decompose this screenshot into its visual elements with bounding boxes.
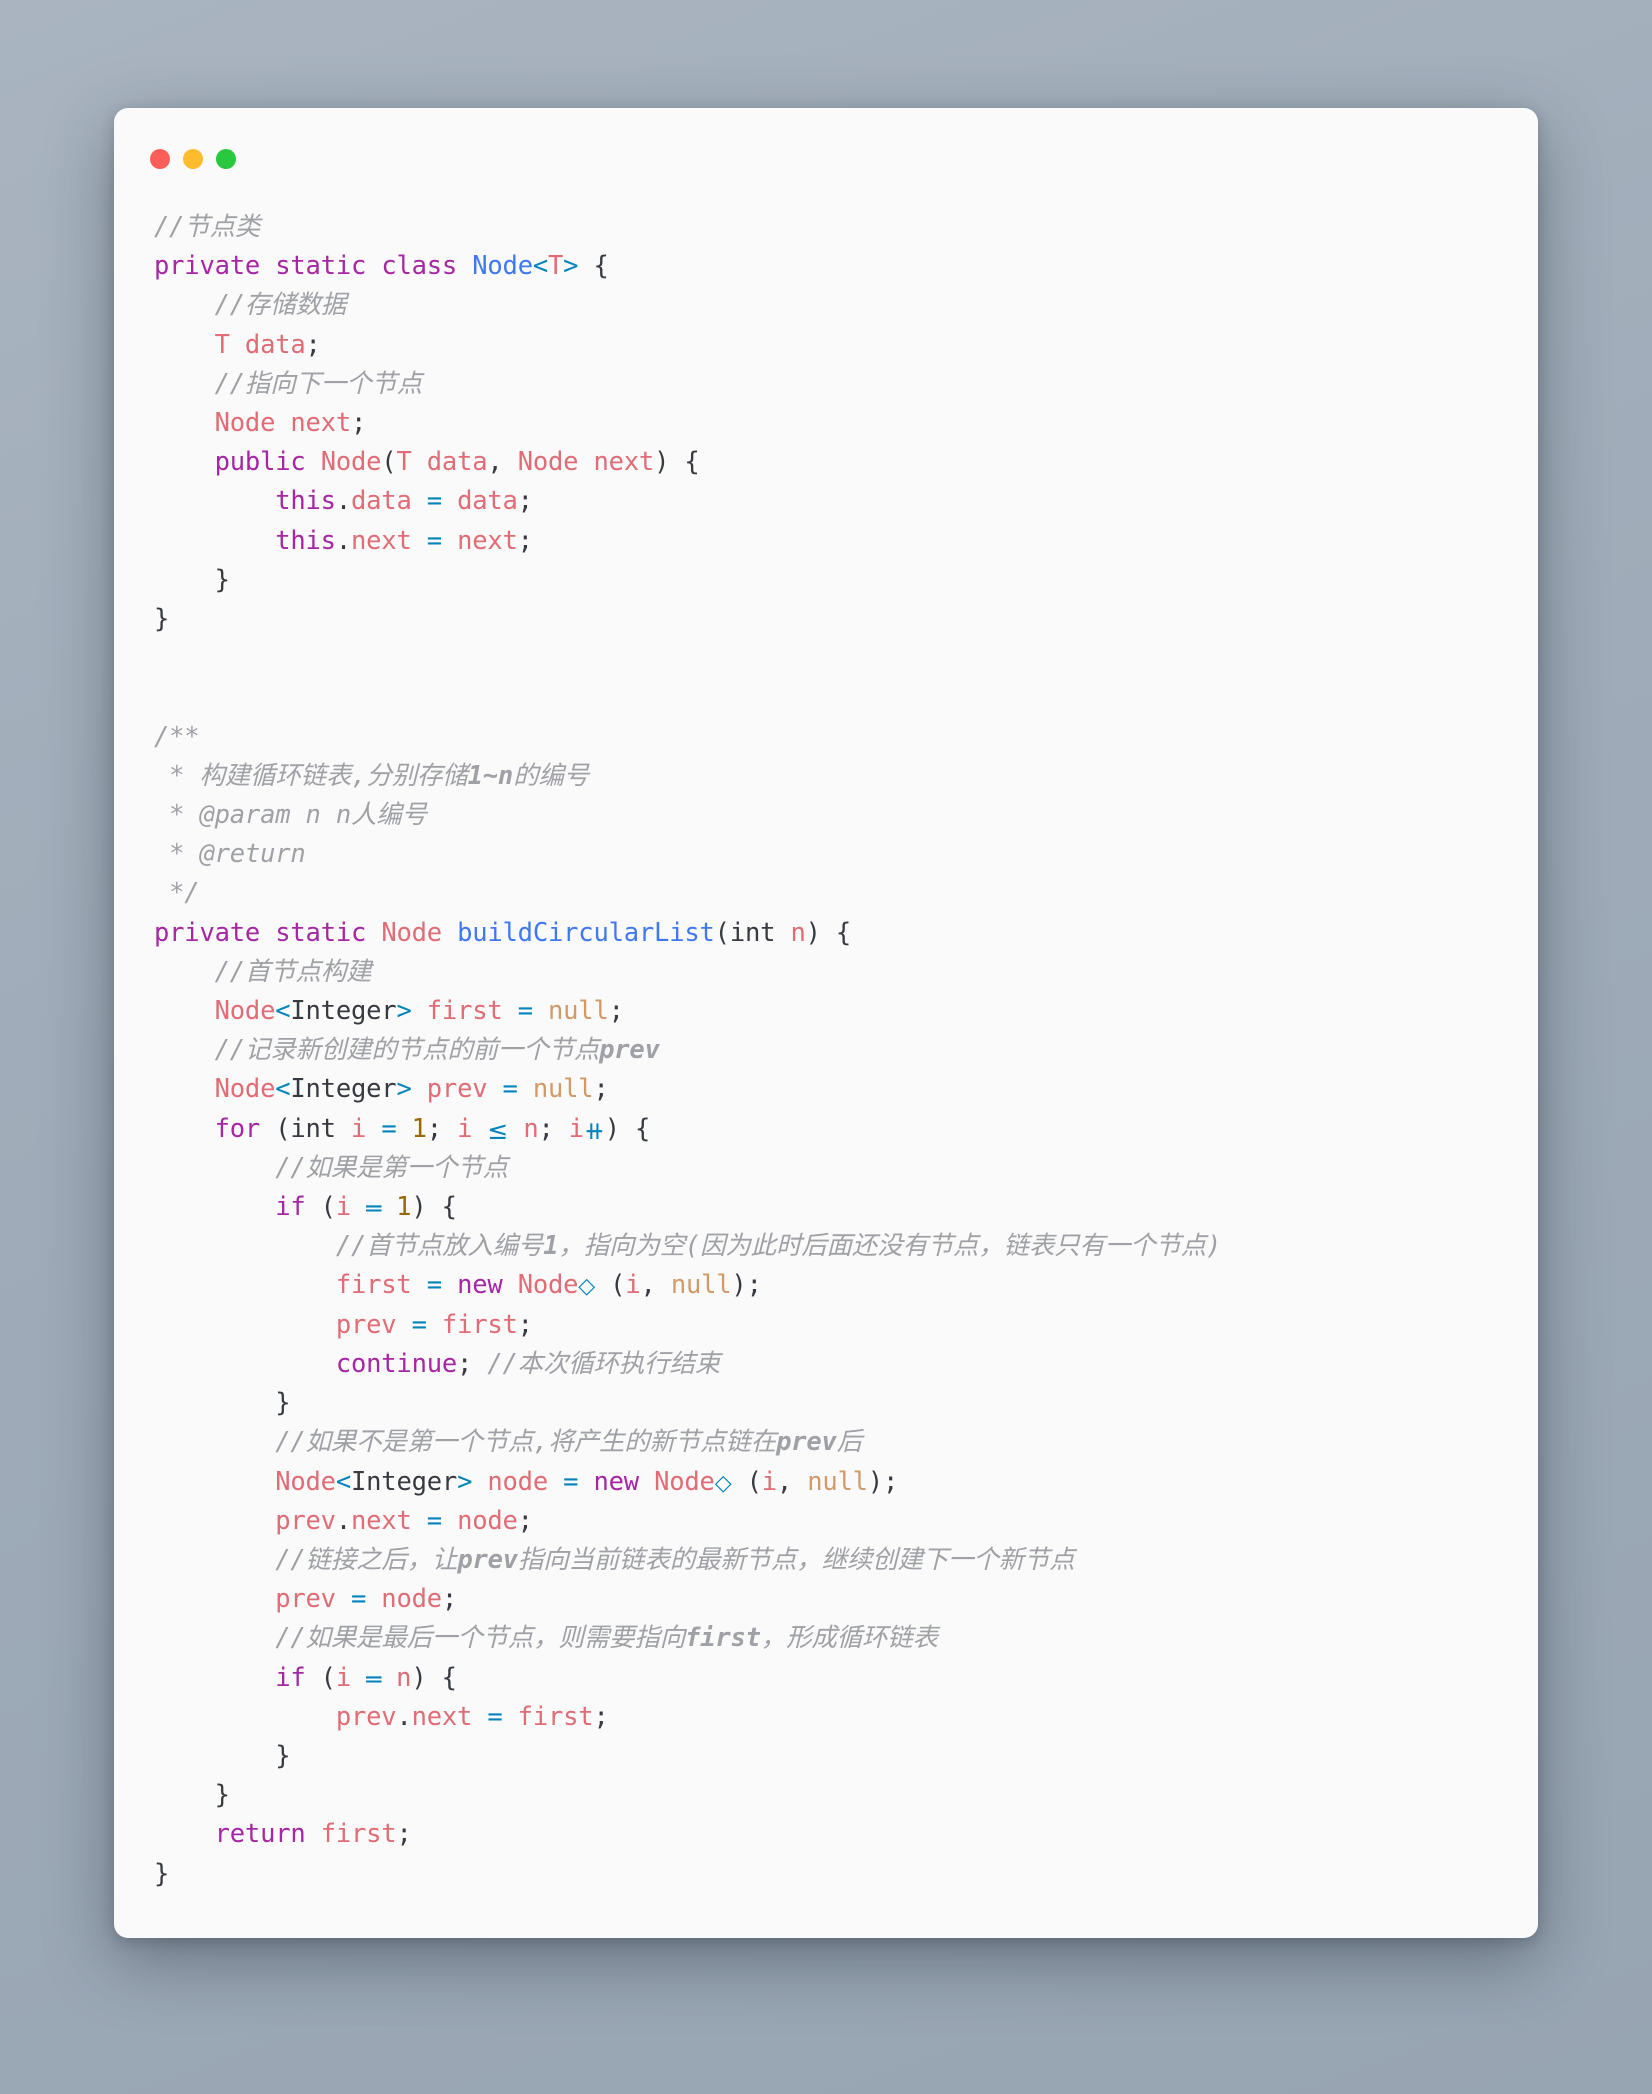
code-line: //如果是第一个节点 <box>275 1152 508 1183</box>
code-line: /** <box>154 721 200 752</box>
code-line: if (i ═ n) { <box>275 1662 457 1694</box>
code-line: * @return <box>154 839 306 870</box>
code-line: prev.next = first; <box>335 1701 609 1732</box>
code-line: prev = first; <box>335 1309 533 1340</box>
code-line: //链接之后，让prev指向当前链表的最新节点，继续创建下一个新节点 <box>275 1544 1075 1575</box>
code-line: this.next = next; <box>275 525 533 556</box>
code-line: first = new Node◇ (i, null); <box>335 1270 762 1301</box>
window-titlebar <box>114 138 1538 172</box>
code-line: //节点类 <box>154 212 261 242</box>
code-line: Node<Integer> node = new Node◇ (i, null)… <box>275 1466 899 1497</box>
maximize-button[interactable] <box>216 149 236 169</box>
code-line: for (int i = 1; i ≤ n; i⧺) { <box>214 1113 651 1145</box>
code-line: } <box>154 604 170 635</box>
code-block[interactable]: //节点类 private static class Node<T> { //存储… <box>114 172 1538 1904</box>
code-line: } <box>154 564 230 595</box>
code-line: //如果不是第一个节点,将产生的新节点链在prev后 <box>275 1427 862 1458</box>
screenshot-stage: //节点类 private static class Node<T> { //存储… <box>0 0 1652 2094</box>
code-line: } <box>154 1388 291 1419</box>
code-line: return first; <box>214 1819 412 1850</box>
code-line: //记录新创建的节点的前一个节点prev <box>214 1035 660 1066</box>
code-line: //指向下一个节点 <box>214 368 423 399</box>
code-line: Node next; <box>214 408 367 439</box>
code-line: public Node(T data, Node next) { <box>214 447 700 478</box>
code-line: //首节点放入编号1，指向为空(因为此时后面还没有节点，链表只有一个节点) <box>335 1231 1222 1262</box>
close-button[interactable] <box>150 149 170 169</box>
code-line: T data; <box>214 329 321 360</box>
code-line: Node<Integer> first = null; <box>214 996 624 1027</box>
code-line: continue; //本次循环执行结束 <box>335 1348 721 1379</box>
code-line: * @param n n人编号 <box>154 800 427 831</box>
code-line: * 构建循环链表,分别存储1~n的编号 <box>154 760 589 791</box>
code-line: Node<Integer> prev = null; <box>214 1074 609 1105</box>
code-line: private static class Node<T> { <box>154 251 609 282</box>
code-line: //如果是最后一个节点，则需要指向first，形成循环链表 <box>275 1623 938 1654</box>
minimize-button[interactable] <box>183 149 203 169</box>
code-line: //存储数据 <box>214 290 347 321</box>
code-line: if (i ═ 1) { <box>275 1192 457 1224</box>
code-line: this.data = data; <box>275 486 533 517</box>
code-window: //节点类 private static class Node<T> { //存储… <box>114 108 1538 1938</box>
code-line: prev.next = node; <box>275 1505 533 1536</box>
code-line: private static Node buildCircularList(in… <box>154 917 852 948</box>
code-line: } <box>154 1780 230 1811</box>
code-line: //首节点构建 <box>214 956 372 987</box>
code-line: prev = node; <box>275 1584 458 1615</box>
code-line: } <box>154 1858 170 1889</box>
code-line: */ <box>154 878 200 909</box>
code-line: } <box>154 1740 291 1771</box>
